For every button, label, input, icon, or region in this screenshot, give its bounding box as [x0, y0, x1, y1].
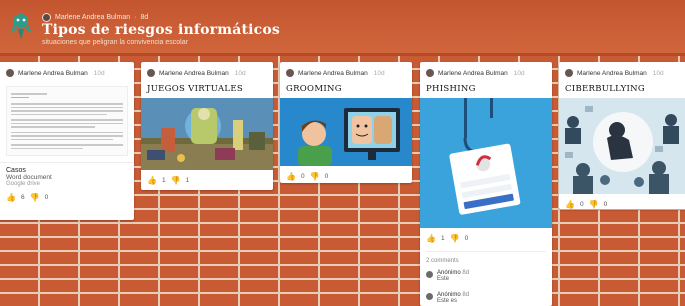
dislike-count: 0 — [44, 194, 49, 201]
post-title: JUEGOS VIRTUALES — [147, 84, 243, 94]
divider — [426, 251, 546, 252]
doc-line — [11, 138, 113, 140]
commenter-avatar — [426, 293, 433, 300]
doc-line — [11, 147, 83, 149]
post-card-ciberbullying[interactable]: Marlene Andrea Bulman 10d CIBERBULLYING … — [559, 62, 685, 209]
author-name: Marlene Andrea Bulman — [438, 69, 508, 77]
grooming-illustration-image[interactable] — [280, 98, 412, 166]
ciberbullying-illustration-image[interactable] — [559, 98, 685, 194]
post-time: 10d — [513, 69, 525, 77]
thumbs-up-icon[interactable]: 👍 — [6, 193, 16, 202]
post-title: GROOMING — [286, 84, 342, 94]
author-avatar — [286, 69, 294, 77]
post-card-juegos-virtuales[interactable]: Marlene Andrea Bulman 10d JUEGOS VIRTUAL… — [141, 62, 273, 190]
board-logo-icon — [10, 13, 32, 39]
attachment-title: Casos — [6, 167, 26, 174]
post-author: Marlene Andrea Bulman 10d — [280, 62, 412, 78]
post-time: 10d — [234, 69, 246, 77]
thumbs-up-icon[interactable]: 👍 — [426, 234, 436, 243]
doc-line — [11, 106, 123, 108]
doc-line — [11, 135, 123, 137]
board-subtitle: situaciones que peligran la convivencia … — [42, 39, 188, 46]
thumbs-down-icon[interactable]: 👎 — [30, 193, 40, 202]
post-card-grooming[interactable]: Marlene Andrea Bulman 10d GROOMING 👍 0 👎… — [280, 62, 412, 183]
reactions-bar: 👍 1 👎 1 — [141, 176, 273, 185]
doc-line — [11, 110, 123, 112]
reactions-bar: 👍 0 👎 0 — [280, 172, 412, 181]
reactions-bar: 👍 0 👎 0 — [559, 200, 685, 209]
post-author: Marlene Andrea Bulman 10d — [141, 62, 273, 78]
dislike-count: 0 — [464, 235, 469, 242]
document-preview[interactable] — [6, 86, 128, 156]
owner-time: 8d — [140, 14, 149, 21]
doc-line — [11, 113, 107, 115]
thumbs-down-icon[interactable]: 👎 — [450, 234, 460, 243]
doc-line — [11, 93, 47, 95]
like-count: 0 — [300, 173, 305, 180]
post-card-phishing[interactable]: Marlene Andrea Bulman 10d PHISHING 👍 1 👎… — [420, 62, 552, 306]
doc-line — [11, 126, 95, 128]
thumbs-down-icon[interactable]: 👎 — [171, 176, 181, 185]
like-count: 6 — [20, 194, 25, 201]
thumbs-up-icon[interactable]: 👍 — [565, 200, 575, 209]
owner-name: Marlene Andrea Bulman — [55, 14, 131, 21]
doc-line — [11, 122, 123, 124]
post-time: 10d — [93, 69, 105, 77]
post-card-casos[interactable]: Marlene Andrea Bulman 10d Casos Word doc… — [0, 62, 134, 220]
doc-line — [11, 144, 123, 146]
attachment-type: Word document — [6, 174, 52, 181]
author-name: Marlene Andrea Bulman — [18, 69, 88, 77]
comment-time: 8d — [462, 292, 470, 298]
dislike-count: 0 — [324, 173, 329, 180]
like-count: 1 — [440, 235, 445, 242]
owner-separator: · — [134, 14, 137, 21]
post-author: Marlene Andrea Bulman 10d — [559, 62, 685, 78]
post-time: 10d — [652, 69, 664, 77]
commenter-avatar — [426, 271, 433, 278]
thumbs-down-icon[interactable]: 👎 — [310, 172, 320, 181]
author-name: Marlene Andrea Bulman — [298, 69, 368, 77]
doc-line — [11, 131, 123, 133]
doc-line — [11, 103, 123, 105]
thumbs-down-icon[interactable]: 👎 — [589, 200, 599, 209]
comment-item: Anónimo 8d Este — [420, 270, 552, 282]
author-avatar — [6, 69, 14, 77]
comments-count[interactable]: 2 comments — [420, 258, 552, 270]
attachment-source: Google drive — [6, 181, 41, 187]
owner-avatar — [42, 13, 51, 22]
author-avatar — [147, 69, 155, 77]
doc-line — [11, 119, 123, 121]
post-title: PHISHING — [426, 84, 476, 94]
post-title: CIBERBULLYING — [565, 84, 645, 94]
like-count: 1 — [161, 177, 166, 184]
phishing-illustration-image[interactable] — [420, 98, 552, 228]
doc-line — [11, 96, 29, 98]
board-owner[interactable]: Marlene Andrea Bulman · 8d — [42, 13, 148, 22]
post-author: Marlene Andrea Bulman 10d — [0, 62, 134, 78]
dislike-count: 1 — [185, 177, 190, 184]
author-avatar — [426, 69, 434, 77]
board-header: Marlene Andrea Bulman · 8d Tipos de ries… — [0, 0, 685, 56]
comment-item: Anónimo 8d Este es — [420, 292, 552, 304]
reactions-bar: 👍 6 👎 0 — [0, 193, 134, 202]
post-time: 10d — [373, 69, 385, 77]
thumbs-up-icon[interactable]: 👍 — [286, 172, 296, 181]
dislike-count: 0 — [603, 201, 608, 208]
comment-text: Este es — [437, 298, 458, 304]
board-title: Tipos de riesgos informáticos — [42, 22, 281, 38]
post-author: Marlene Andrea Bulman 10d — [420, 62, 552, 78]
comment-time: 8d — [462, 270, 470, 276]
game-scene-image[interactable] — [141, 98, 273, 170]
thumbs-up-icon[interactable]: 👍 — [147, 176, 157, 185]
comment-text: Este — [437, 276, 450, 282]
author-name: Marlene Andrea Bulman — [159, 69, 229, 77]
author-avatar — [565, 69, 573, 77]
reactions-bar: 👍 1 👎 0 — [420, 234, 552, 243]
like-count: 0 — [579, 201, 584, 208]
attachment-info[interactable]: Casos Word document Google drive — [0, 162, 134, 187]
author-name: Marlene Andrea Bulman — [577, 69, 647, 77]
